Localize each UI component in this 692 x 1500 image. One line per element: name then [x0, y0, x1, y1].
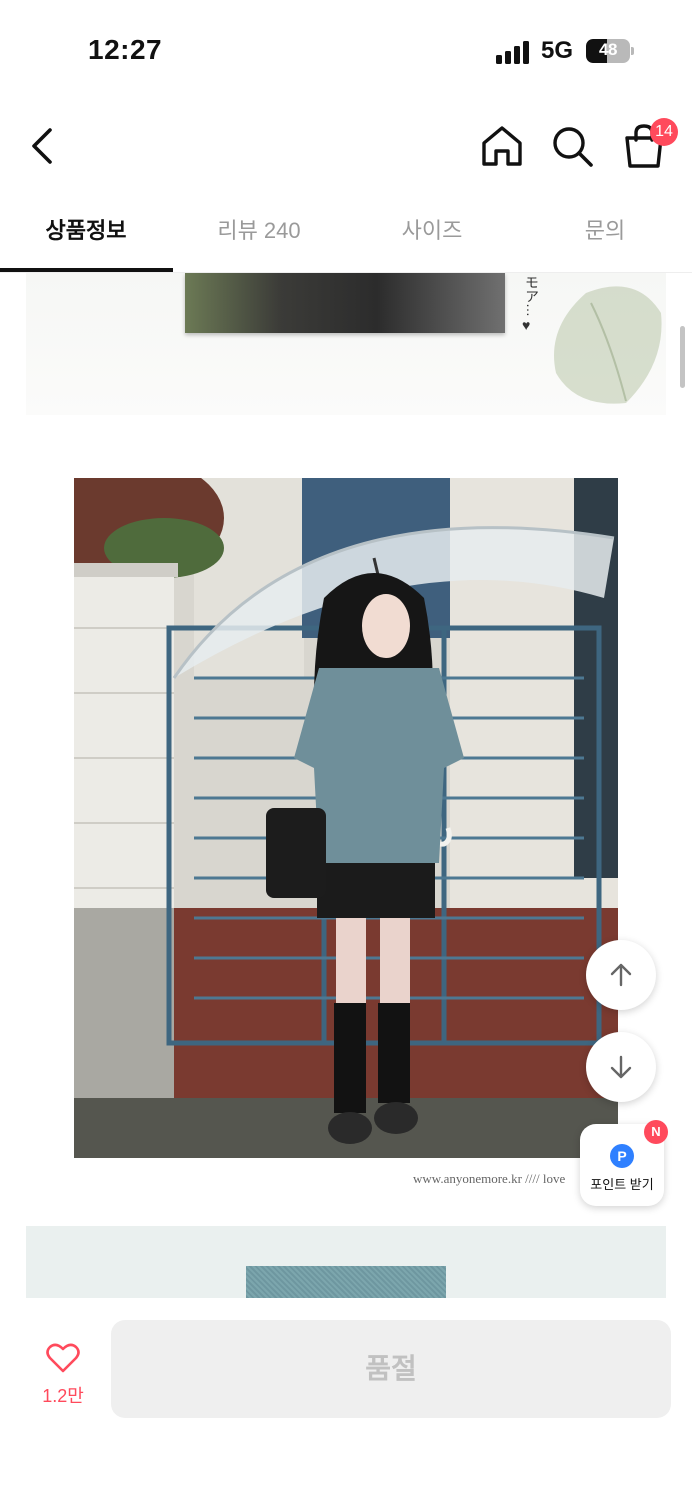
vertical-caption: モア…	[524, 275, 540, 317]
cropped-photo	[185, 273, 505, 333]
photo-caption: www.anyonemore.kr //// love	[413, 1171, 566, 1186]
arrow-up-icon	[610, 963, 632, 987]
bottom-action-bar: 1.2만 품절	[0, 1298, 692, 1500]
active-tab-indicator	[0, 268, 173, 272]
next-detail-image	[26, 1226, 666, 1298]
battery-nub	[631, 47, 634, 55]
model-photo-illustration	[74, 478, 618, 1158]
back-button[interactable]	[22, 120, 62, 172]
denim-fabric-swatch	[246, 1266, 446, 1298]
new-badge: N	[644, 1120, 668, 1144]
battery-percent: 48	[599, 40, 617, 59]
like-count: 1.2만	[42, 1386, 84, 1406]
scroll-bottom-button[interactable]	[586, 1032, 656, 1102]
tab-reviews[interactable]: 리뷰 240	[173, 195, 345, 271]
top-nav	[0, 100, 692, 195]
points-label: 포인트 받기	[590, 1177, 654, 1192]
battery-icon: 48	[586, 39, 630, 63]
heart-outline-icon	[46, 1343, 80, 1373]
cart-count-badge: 14	[650, 118, 678, 146]
cellular-signal-icon	[496, 40, 532, 64]
home-button[interactable]	[478, 122, 526, 170]
arrow-down-icon	[610, 1055, 632, 1079]
status-time: 12:27	[88, 34, 163, 65]
product-tabs: 상품정보 리뷰 240 사이즈 문의	[0, 195, 692, 273]
tab-product-info[interactable]: 상품정보	[0, 195, 172, 271]
product-model-photo	[74, 478, 618, 1158]
status-bar: 12:27 5G 48	[0, 0, 692, 100]
network-type: 5G	[541, 37, 574, 64]
sold-out-button: 품절	[111, 1320, 671, 1418]
tab-inquiry[interactable]: 문의	[519, 195, 691, 271]
points-icon: P	[610, 1144, 634, 1168]
tab-size[interactable]: 사이즈	[346, 195, 518, 271]
search-icon	[553, 127, 593, 167]
like-button[interactable]: 1.2만	[22, 1338, 104, 1418]
previous-detail-image: モア… ♥	[26, 273, 666, 415]
chevron-left-icon	[32, 128, 52, 164]
heart-icon: ♥	[522, 317, 531, 333]
scrollbar[interactable]	[680, 326, 685, 388]
scroll-top-button[interactable]	[586, 940, 656, 1010]
search-button[interactable]	[548, 122, 596, 170]
home-icon	[482, 126, 522, 166]
